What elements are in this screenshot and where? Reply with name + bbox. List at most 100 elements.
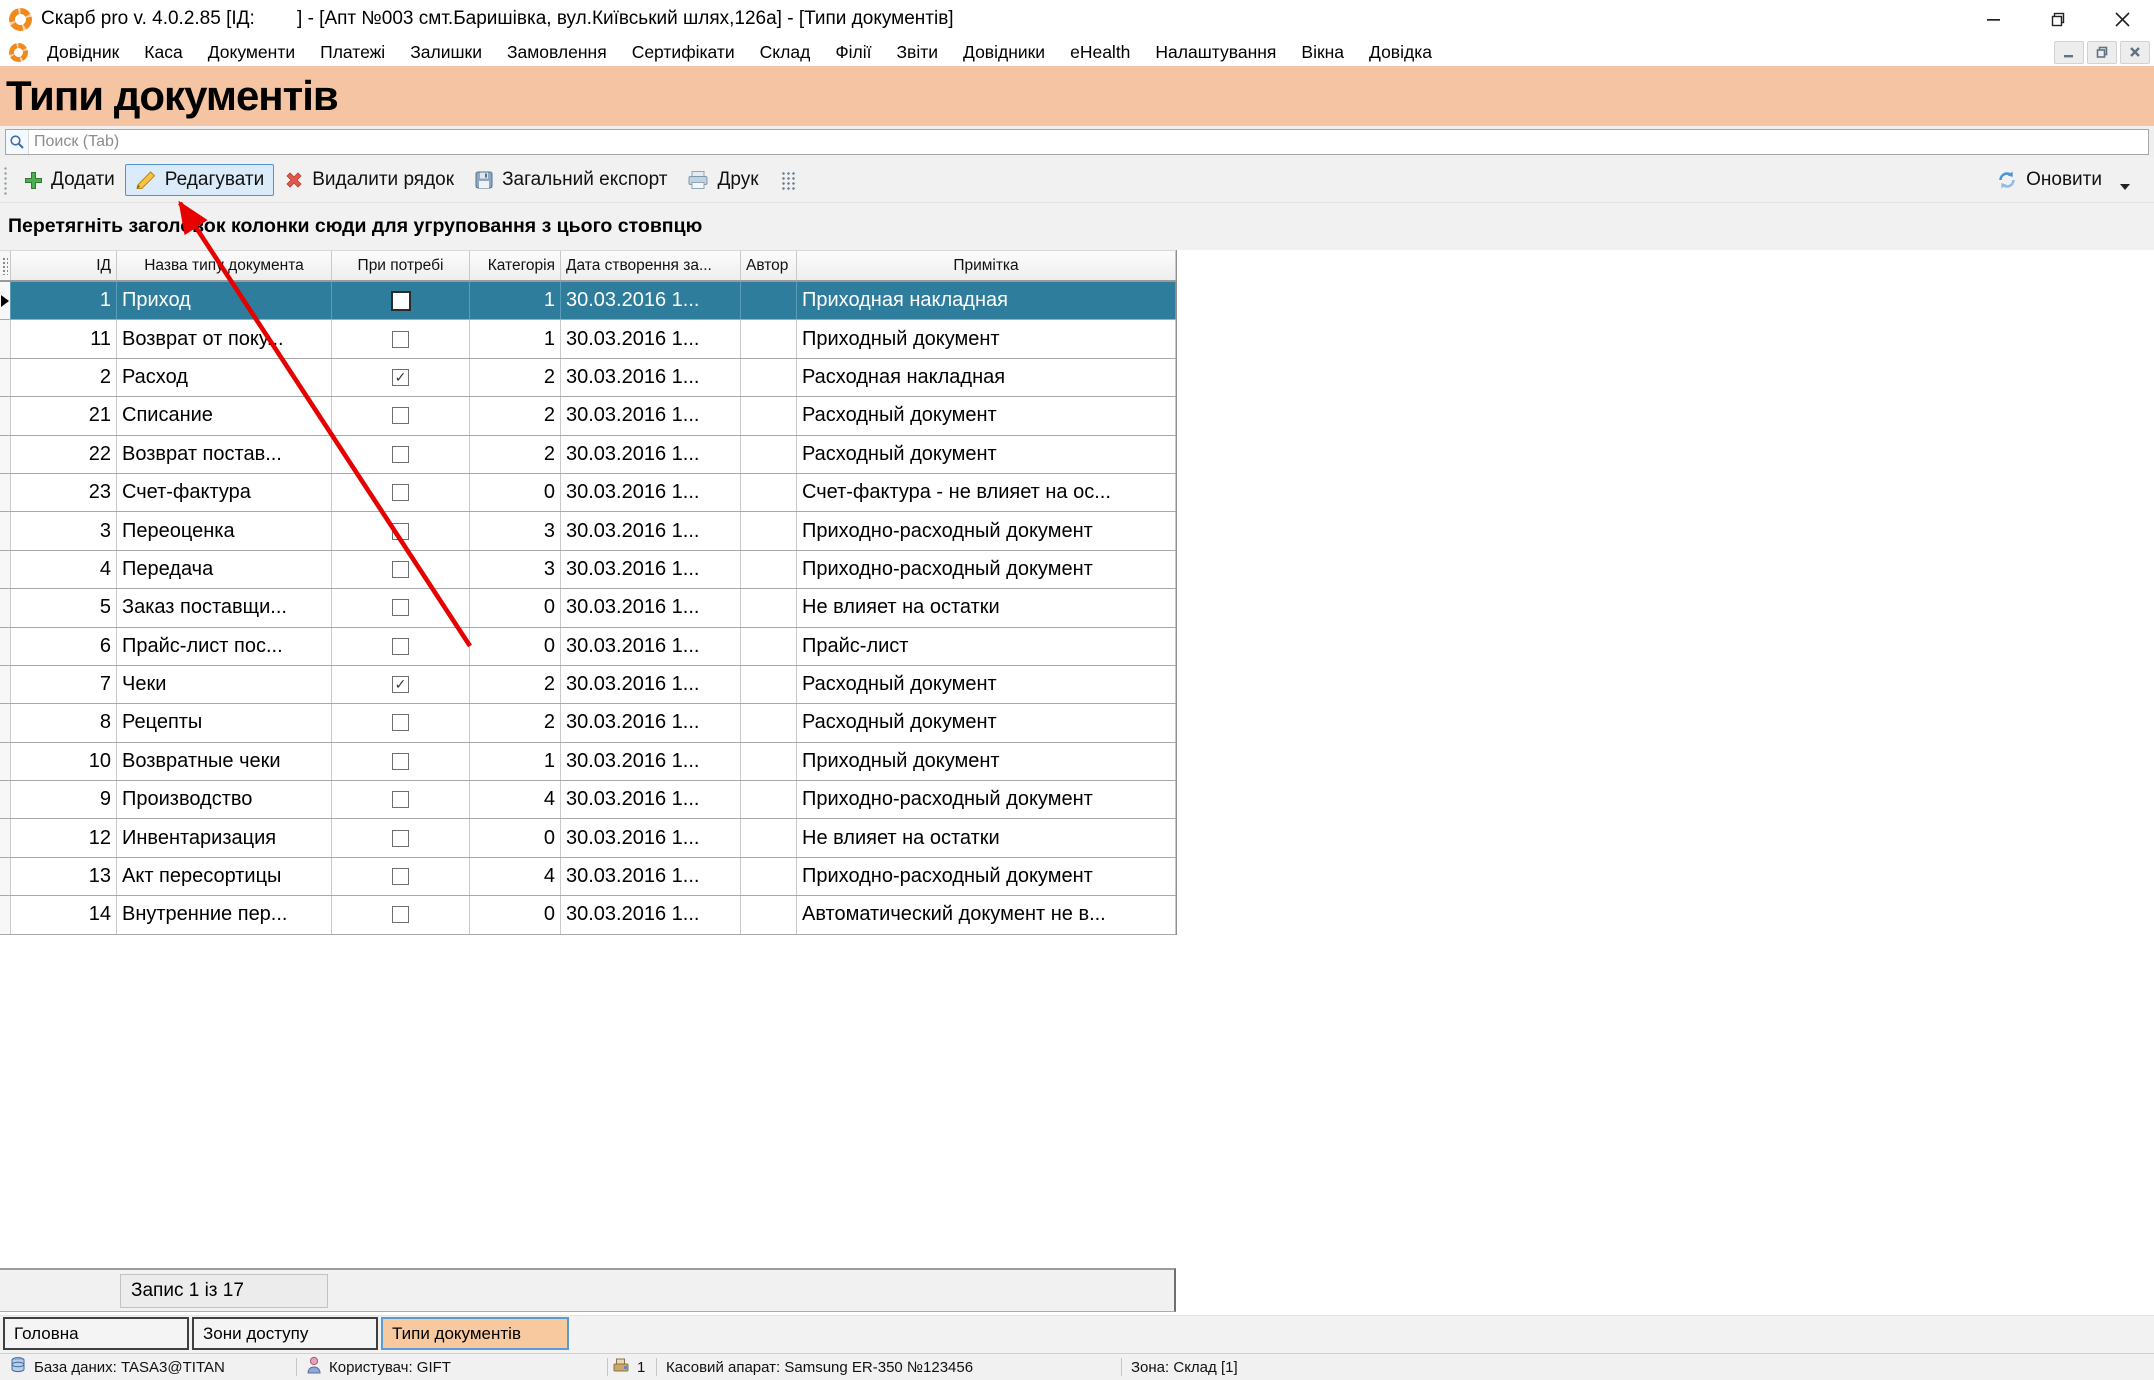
cell-date-created: 30.03.2016 1... — [561, 551, 741, 588]
search-input[interactable] — [29, 132, 2148, 152]
cell-author — [741, 551, 797, 588]
table-row[interactable]: 14 Внутренние пер... 0 30.03.2016 1... А… — [0, 896, 1176, 934]
checkbox[interactable] — [392, 407, 409, 424]
table-row[interactable]: 1 Приход 1 30.03.2016 1... Приходная нак… — [0, 282, 1176, 320]
column-header-5[interactable]: Дата створення за... — [561, 251, 741, 280]
menu-item-3[interactable]: Документи — [208, 42, 295, 63]
cell-author — [741, 666, 797, 703]
checkbox[interactable] — [392, 599, 409, 616]
menu-item-10[interactable]: Звіти — [896, 42, 938, 63]
close-icon[interactable] — [2090, 0, 2154, 38]
menu-item-8[interactable]: Склад — [760, 42, 811, 63]
edit-button[interactable]: Редагувати — [125, 164, 274, 196]
menu-item-9[interactable]: Філії — [835, 42, 871, 63]
tab-2[interactable]: Зони доступу — [192, 1317, 378, 1350]
checkbox[interactable] — [392, 868, 409, 885]
cell-date-created: 30.03.2016 1... — [561, 474, 741, 511]
cell-id: 21 — [11, 397, 117, 434]
chevron-down-icon[interactable] — [2120, 184, 2130, 190]
cell-date-created: 30.03.2016 1... — [561, 858, 741, 895]
refresh-button[interactable]: Оновити — [1986, 164, 2140, 196]
cell-date-created: 30.03.2016 1... — [561, 589, 741, 626]
print-button[interactable]: Друк — [677, 164, 768, 196]
checkbox[interactable] — [392, 676, 409, 693]
table-row[interactable]: 4 Передача 3 30.03.2016 1... Приходно-ра… — [0, 551, 1176, 589]
menu-item-15[interactable]: Довідка — [1369, 42, 1432, 63]
table-row[interactable]: 9 Производство 4 30.03.2016 1... Приходн… — [0, 781, 1176, 819]
search-row — [0, 126, 2154, 158]
table-row[interactable]: 21 Списание 2 30.03.2016 1... Расходный … — [0, 397, 1176, 435]
delete-row-button[interactable]: Видалити рядок — [274, 164, 464, 196]
search-box[interactable] — [5, 129, 2149, 155]
cell-category: 2 — [470, 666, 561, 703]
checkbox[interactable] — [392, 753, 409, 770]
table-row[interactable]: 5 Заказ поставщи... 0 30.03.2016 1... Не… — [0, 589, 1176, 627]
table-row[interactable]: 3 Переоценка 3 30.03.2016 1... Приходно-… — [0, 512, 1176, 550]
cell-category: 0 — [470, 896, 561, 933]
tab-1[interactable]: Головна — [3, 1317, 189, 1350]
checkbox[interactable] — [392, 906, 409, 923]
add-button[interactable]: Додати — [14, 164, 125, 196]
menu-item-11[interactable]: Довідники — [963, 42, 1045, 63]
checkbox[interactable] — [392, 484, 409, 501]
minimize-icon[interactable] — [1962, 0, 2026, 38]
table-row[interactable]: 2 Расход 2 30.03.2016 1... Расходная нак… — [0, 359, 1176, 397]
cell-id: 13 — [11, 858, 117, 895]
cell-author — [741, 819, 797, 856]
cell-author — [741, 589, 797, 626]
cell-date-created: 30.03.2016 1... — [561, 397, 741, 434]
cell-category: 3 — [470, 551, 561, 588]
checkbox[interactable] — [391, 291, 411, 311]
checkbox[interactable] — [392, 446, 409, 463]
column-chooser-icon[interactable] — [781, 171, 796, 190]
cell-author — [741, 628, 797, 665]
menu-item-5[interactable]: Залишки — [410, 42, 482, 63]
cell-author — [741, 397, 797, 434]
cell-author — [741, 474, 797, 511]
table-row[interactable]: 6 Прайс-лист пос... 0 30.03.2016 1... Пр… — [0, 628, 1176, 666]
checkbox[interactable] — [392, 638, 409, 655]
statusbar-zone: Зона: Склад [1] — [1122, 1354, 1247, 1380]
tab-3[interactable]: Типи документів — [381, 1317, 569, 1350]
column-header-1[interactable]: ІД — [11, 251, 117, 280]
column-header-7[interactable]: Примітка — [797, 251, 1176, 280]
cell-name: Расход — [117, 359, 332, 396]
table-row[interactable]: 23 Счет-фактура 0 30.03.2016 1... Счет-ф… — [0, 474, 1176, 512]
mdi-restore-icon[interactable] — [2087, 41, 2117, 64]
menu-item-12[interactable]: eHealth — [1070, 42, 1130, 63]
menu-item-7[interactable]: Сертифікати — [632, 42, 735, 63]
table-row[interactable]: 12 Инвентаризация 0 30.03.2016 1... Не в… — [0, 819, 1176, 857]
column-header-4[interactable]: Категорія — [470, 251, 561, 280]
mdi-close-icon[interactable] — [2120, 41, 2150, 64]
checkbox[interactable] — [392, 561, 409, 578]
checkbox[interactable] — [392, 369, 409, 386]
status-bar: База даних: TASA3@TITAN Користувач: GIFT… — [0, 1353, 2154, 1380]
column-header-2[interactable]: Назва типу документа — [117, 251, 332, 280]
mdi-minimize-icon[interactable] — [2054, 41, 2084, 64]
table-row[interactable]: 8 Рецепты 2 30.03.2016 1... Расходный до… — [0, 704, 1176, 742]
menu-item-13[interactable]: Налаштування — [1155, 42, 1276, 63]
table-row[interactable]: 7 Чеки 2 30.03.2016 1... Расходный докум… — [0, 666, 1176, 704]
column-header-6[interactable]: Автор — [741, 251, 797, 280]
checkbox[interactable] — [392, 714, 409, 731]
table-row[interactable]: 13 Акт пересортицы 4 30.03.2016 1... При… — [0, 858, 1176, 896]
page-header: Типи документів — [0, 66, 2154, 126]
checkbox[interactable] — [392, 523, 409, 540]
menu-item-4[interactable]: Платежі — [320, 42, 385, 63]
menu-item-14[interactable]: Вікна — [1301, 42, 1344, 63]
table-row[interactable]: 11 Возврат от поку... 1 30.03.2016 1... … — [0, 320, 1176, 358]
menu-item-2[interactable]: Каса — [144, 42, 182, 63]
column-header-3[interactable]: При потребі — [332, 251, 470, 280]
checkbox[interactable] — [392, 830, 409, 847]
export-button[interactable]: Загальний експорт — [464, 164, 677, 196]
restore-icon[interactable] — [2026, 0, 2090, 38]
table-row[interactable]: 22 Возврат постав... 2 30.03.2016 1... Р… — [0, 436, 1176, 474]
cell-date-created: 30.03.2016 1... — [561, 666, 741, 703]
checkbox[interactable] — [392, 331, 409, 348]
floppy-icon — [474, 170, 494, 190]
menu-item-1[interactable]: Довідник — [47, 42, 119, 63]
table-row[interactable]: 10 Возвратные чеки 1 30.03.2016 1... При… — [0, 743, 1176, 781]
app-icon — [9, 8, 32, 31]
menu-item-6[interactable]: Замовлення — [507, 42, 607, 63]
checkbox[interactable] — [392, 791, 409, 808]
